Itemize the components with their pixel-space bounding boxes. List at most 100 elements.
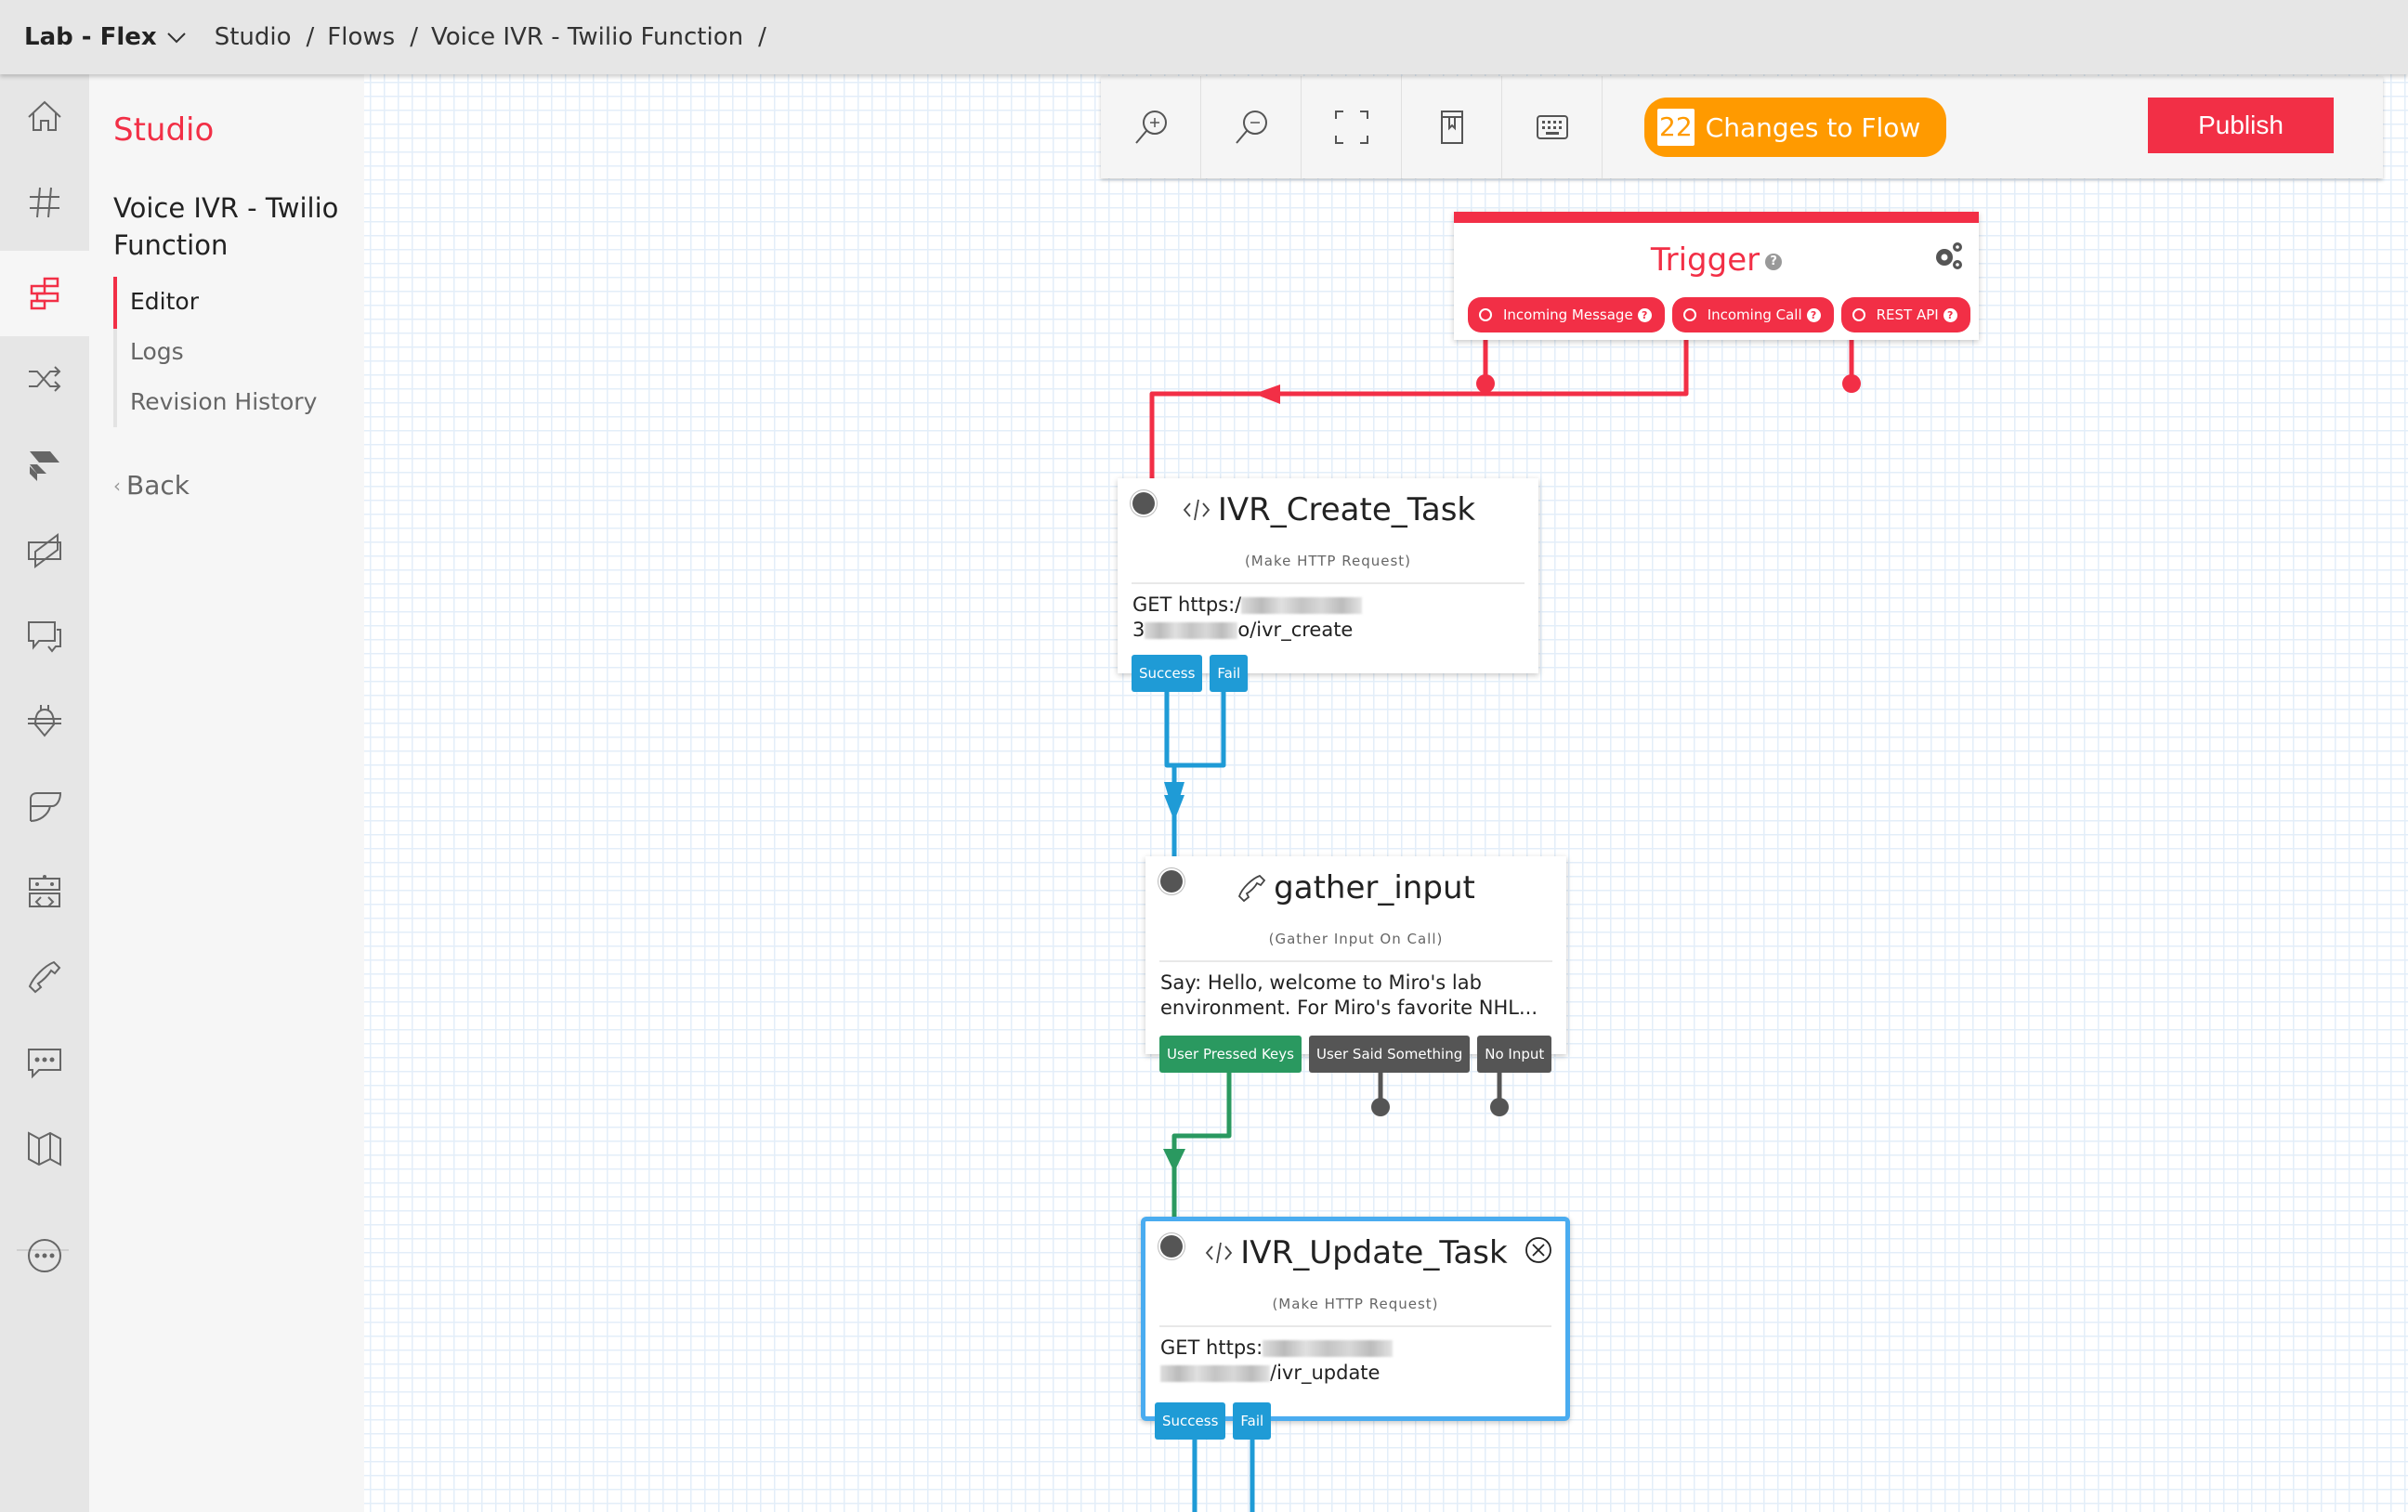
trigger-incoming-call[interactable]: Incoming Call ? <box>1671 297 1834 332</box>
sms-icon <box>28 1049 61 1079</box>
summary-line: 3 <box>1132 619 1145 641</box>
more-icon <box>28 1239 61 1272</box>
summary-line: environment. For Miro's favorite NHL... <box>1160 997 1538 1019</box>
breadcrumb-studio[interactable]: Studio <box>215 23 292 51</box>
summary-line: o/ivr_create <box>1237 619 1354 641</box>
widget-summary: GET https:/ 3 o/ivr_create <box>1132 593 1524 643</box>
chevron-left-icon: ‹ <box>113 474 121 497</box>
icon-rail <box>0 74 89 1512</box>
rail-item-autopilot[interactable] <box>0 849 89 934</box>
canvas-toolbar: 22 Changes to Flow Publish <box>1101 76 2383 178</box>
section-title: Studio <box>113 111 215 149</box>
redacted-text <box>1145 622 1238 639</box>
redacted-text <box>1263 1340 1394 1357</box>
rail-item-studio[interactable] <box>0 251 89 336</box>
fit-to-screen-button[interactable] <box>1302 76 1402 178</box>
widget-ivr-create-task[interactable]: IVR_Create_Task (Make HTTP Request) GET … <box>1118 478 1538 692</box>
rail-item-home[interactable] <box>0 74 89 160</box>
gears-icon[interactable] <box>1932 240 1964 271</box>
widget-name: gather_input <box>1274 869 1475 906</box>
redacted-text <box>1160 1365 1270 1382</box>
menu-item-revision-history[interactable]: Revision History <box>117 377 317 427</box>
breadcrumb-flows[interactable]: Flows <box>327 23 395 51</box>
phone-icon <box>1238 874 1266 903</box>
transition-success[interactable]: Success <box>1155 1402 1226 1440</box>
wing-icon <box>30 792 62 822</box>
transition-user-pressed-keys[interactable]: User Pressed Keys <box>1159 1036 1302 1073</box>
widget-summary: GET https: /ivr_update <box>1160 1336 1551 1386</box>
transition-fail[interactable]: Fail <box>1210 655 1249 692</box>
changes-count: 22 <box>1657 109 1695 146</box>
hash-icon <box>30 187 59 218</box>
map-icon <box>28 1131 61 1167</box>
zoom-in-button[interactable] <box>1101 76 1201 178</box>
help-icon[interactable]: ? <box>1637 307 1652 322</box>
breadcrumb-flow[interactable]: Voice IVR - Twilio Function <box>431 23 743 51</box>
widget-type: (Gather Input On Call) <box>1268 931 1444 947</box>
back-label: Back <box>126 470 190 501</box>
bug-icon <box>28 705 61 737</box>
flex-icon <box>30 451 59 481</box>
trigger-incoming-message[interactable]: Incoming Message ? <box>1468 297 1665 332</box>
changes-to-flow-button[interactable]: 22 Changes to Flow <box>1644 98 1947 157</box>
zoom-out-button[interactable] <box>1201 76 1302 178</box>
bookmark-button[interactable] <box>1402 76 1502 178</box>
widget-gather-input[interactable]: gather_input (Gather Input On Call) Say:… <box>1145 856 1566 1073</box>
menu-item-logs[interactable]: Logs <box>117 327 317 377</box>
flow-name: Voice IVR - Twilio Function <box>113 192 339 261</box>
keyboard-shortcuts-button[interactable] <box>1502 76 1603 178</box>
trigger-label: Incoming Message <box>1503 306 1633 323</box>
rail-item-functions[interactable] <box>0 763 89 849</box>
chat-icon <box>28 621 61 653</box>
transition-user-said-something[interactable]: User Said Something <box>1308 1036 1471 1073</box>
help-icon[interactable]: ? <box>1765 253 1783 270</box>
divider <box>1159 1325 1551 1327</box>
account-switcher[interactable]: Lab - Flex <box>24 23 187 51</box>
rail-item-debugger[interactable] <box>0 678 89 763</box>
top-bar: Lab - Flex Studio / Flows / Voice IVR - … <box>0 0 2408 74</box>
code-icon <box>1206 1242 1233 1264</box>
rail-item-docs[interactable] <box>0 1105 89 1191</box>
rail-item-video[interactable] <box>0 507 89 593</box>
rail-item-more[interactable] <box>0 1213 89 1298</box>
chevron-down-icon <box>166 33 186 44</box>
account-name: Lab - Flex <box>24 23 157 51</box>
help-icon[interactable]: ? <box>1806 307 1821 322</box>
menu-item-editor[interactable]: Editor <box>112 277 317 329</box>
widget-ivr-update-task[interactable]: IVR_Update_Task (Make HTTP Request) GET … <box>1141 1217 1570 1440</box>
rail-item-phone-numbers[interactable] <box>0 160 89 245</box>
studio-sidebar: Studio Voice IVR - Twilio Function Edito… <box>89 74 364 1512</box>
studio-icon <box>30 277 59 310</box>
publish-button[interactable]: Publish <box>2148 98 2334 153</box>
trigger-rest-api[interactable]: REST API ? <box>1840 297 1970 332</box>
help-icon[interactable]: ? <box>1943 307 1957 322</box>
rail-item-flex[interactable] <box>0 422 89 507</box>
rail-item-chat[interactable] <box>0 593 89 678</box>
widget-type: (Make HTTP Request) <box>1272 1296 1439 1312</box>
keyboard-icon <box>1536 115 1568 139</box>
back-link[interactable]: ‹ Back <box>113 470 190 501</box>
transition-fail[interactable]: Fail <box>1233 1402 1272 1440</box>
changes-label: Changes to Flow <box>1705 111 1921 143</box>
fullscreen-icon <box>1334 111 1368 144</box>
rail-item-messaging[interactable] <box>0 1020 89 1105</box>
divider <box>1159 960 1552 962</box>
widget-title: gather_input <box>1145 869 1566 906</box>
rail-item-taskrouter[interactable] <box>0 336 89 422</box>
transition-success[interactable]: Success <box>1132 655 1203 692</box>
trigger-title: Trigger? <box>1454 241 1979 279</box>
transition-no-input[interactable]: No Input <box>1477 1036 1552 1073</box>
close-icon[interactable] <box>1525 1236 1552 1264</box>
trigger-widget[interactable]: Trigger? Incoming Message ? Incoming Cal… <box>1454 212 1979 340</box>
widget-type: (Make HTTP Request) <box>1244 553 1412 569</box>
breadcrumb-separator: / <box>410 23 418 51</box>
phone-icon <box>28 960 61 994</box>
breadcrumb-separator: / <box>306 23 315 51</box>
rail-item-voice[interactable] <box>0 934 89 1020</box>
robot-icon <box>29 875 60 907</box>
video-icon <box>28 533 61 568</box>
zoom-out-icon <box>1235 111 1267 144</box>
divider <box>1132 582 1525 584</box>
summary-line: GET https:/ <box>1132 593 1242 616</box>
widget-title: IVR_Update_Task <box>1145 1234 1565 1271</box>
